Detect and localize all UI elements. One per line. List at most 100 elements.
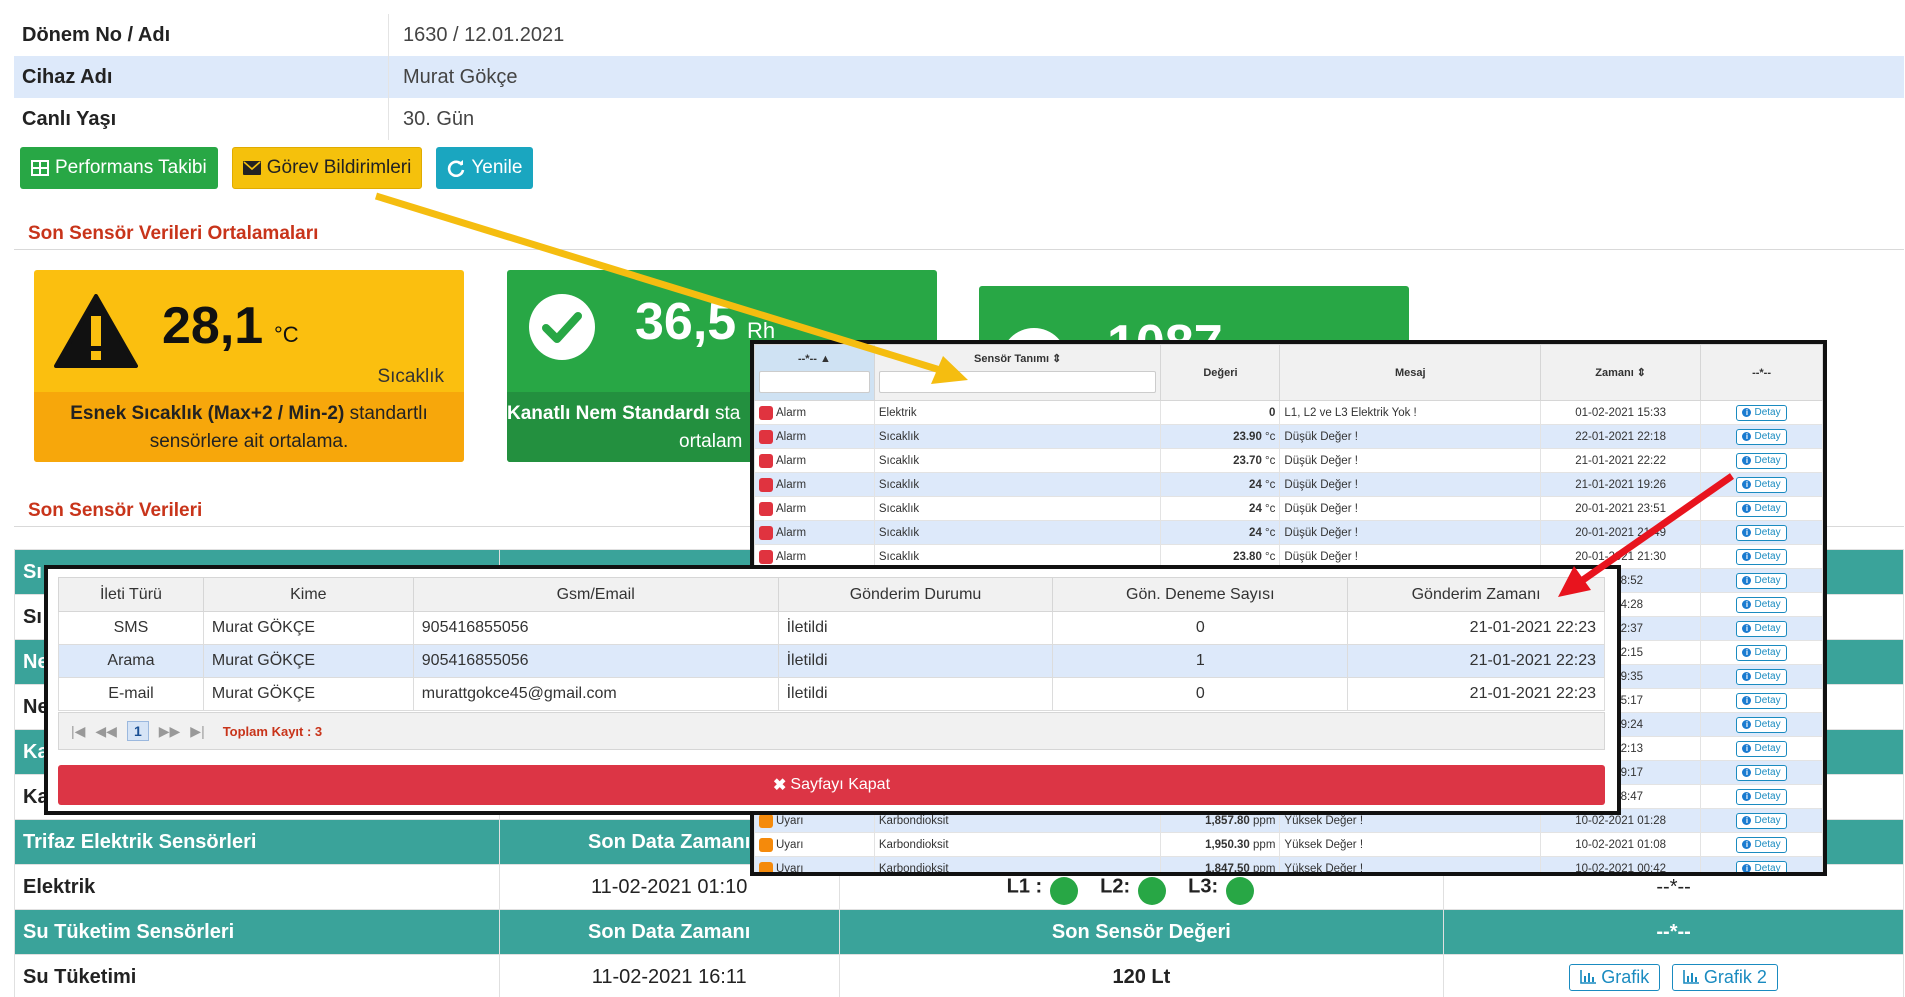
info-key: Cihaz Adı <box>14 56 389 98</box>
info-icon: i <box>1742 552 1752 561</box>
divider <box>14 249 1904 250</box>
info-icon: i <box>1742 696 1752 705</box>
detail-button[interactable]: i Detay <box>1736 860 1787 872</box>
alarm-actions: i Detay <box>1700 712 1823 737</box>
detail-button[interactable]: i Detay <box>1736 812 1787 829</box>
info-icon: i <box>1742 744 1752 753</box>
info-value: 1630 / 12.01.2021 <box>403 23 565 46</box>
alarm-actions: i Detay <box>1700 736 1823 761</box>
detail-button[interactable]: i Detay <box>1736 428 1787 445</box>
detail-button[interactable]: i Detay <box>1736 644 1787 661</box>
type-filter-input[interactable] <box>759 370 870 393</box>
task-notifications-button[interactable]: Görev Bildirimleri <box>231 147 423 189</box>
chart-button-label: Grafik <box>1601 966 1650 987</box>
detail-button[interactable]: i Detay <box>1736 740 1787 757</box>
alarm-message: L1, L2 ve L3 Elektrik Yok ! <box>1279 400 1542 425</box>
info-icon: i <box>1742 600 1752 609</box>
alarm-value: 1,847.50 ppm <box>1160 856 1281 872</box>
alarm-time: 20-01-2021 21:49 <box>1540 520 1702 545</box>
send-time: 21-01-2021 22:23 <box>1347 611 1605 645</box>
refresh-button[interactable]: Yenile <box>436 147 534 189</box>
averages-section-title: Son Sensör Verileri Ortalamaları <box>28 223 319 244</box>
status-dot <box>759 453 773 468</box>
chart2-button[interactable]: Grafik 2 <box>1671 963 1778 991</box>
attempt-count-header: Gön. Deneme Sayısı <box>1052 577 1349 612</box>
alarm-sensor: Sıcaklık <box>873 520 1162 545</box>
temperature-label: Sıcaklık <box>377 366 444 387</box>
info-icon: i <box>1742 864 1752 872</box>
detail-button[interactable]: i Detay <box>1736 572 1787 589</box>
alarm-message: Düşük Değer ! <box>1279 448 1542 473</box>
status-dot <box>759 525 773 540</box>
info-icon: i <box>1742 672 1752 681</box>
alarm-sensor: Karbondioksit <box>873 832 1162 857</box>
detail-button[interactable]: i Detay <box>1736 404 1787 421</box>
message-type-header: İleti Türü <box>58 577 204 612</box>
task-notifications-label: Görev Bildirimleri <box>266 157 412 178</box>
info-row-age: Canlı Yaşı 30. Gün <box>14 98 1904 140</box>
alarm-row: Alarm Elektrik 0 L1, L2 ve L3 Elektrik Yok… <box>754 400 1823 425</box>
alarm-sensor: Sıcaklık <box>873 472 1162 497</box>
su-row: Su Tüketimi 11-02-2021 16:11 120 Lt Graf… <box>14 954 1904 997</box>
last-page-icon[interactable]: ▶| <box>190 723 204 740</box>
close-page-button[interactable]: ✖ Sayfayı Kapat <box>58 765 1605 805</box>
status-dot <box>759 477 773 492</box>
detail-button[interactable]: i Detay <box>1736 716 1787 733</box>
detail-button[interactable]: i Detay <box>1736 452 1787 469</box>
prev-page-icon[interactable]: ◀◀ <box>95 723 117 740</box>
alarm-row: Alarm Sıcaklık 24 °c Düşük Değer ! 20-01-202… <box>754 496 1823 521</box>
phase-l2-label: L2: <box>1100 875 1131 898</box>
sensor-column-header[interactable]: Sensör Tanımı ⇕ <box>873 344 1162 401</box>
temperature-unit: °C <box>274 322 299 347</box>
su-time: 11-02-2021 16:11 <box>498 954 840 997</box>
recipient: Murat GÖKÇE <box>202 644 414 678</box>
detail-button[interactable]: i Detay <box>1736 596 1787 613</box>
alarm-actions: i Detay <box>1700 688 1823 713</box>
message-type: E-mail <box>58 677 204 711</box>
alarm-actions: i Detay <box>1700 856 1823 872</box>
chart-button[interactable]: Grafik <box>1569 963 1661 991</box>
actions-header: --*-- <box>1443 909 1904 955</box>
detail-button[interactable]: i Detay <box>1736 476 1787 493</box>
phase-l1-label: L1 : <box>1006 875 1043 898</box>
alarm-value: 1,950.30 ppm <box>1160 832 1281 857</box>
performance-button[interactable]: Performans Takibi <box>20 147 218 189</box>
time-column-header[interactable]: Zamanı ⇕ <box>1540 344 1702 401</box>
next-page-icon[interactable]: ▶▶ <box>159 723 181 740</box>
detail-button[interactable]: i Detay <box>1736 668 1787 685</box>
alarm-type: Uyarı <box>754 832 875 857</box>
alarm-actions: i Detay <box>1700 424 1823 449</box>
alarm-type: Alarm <box>754 448 875 473</box>
temperature-footer-bold: Esnek Sıcaklık (Max+2 / Min-2) <box>70 403 345 424</box>
detail-button[interactable]: i Detay <box>1736 764 1787 781</box>
notification-row: E-mail Murat GÖKÇE murattgokce45@gmail.com… <box>58 677 1605 711</box>
detail-button[interactable]: i Detay <box>1736 692 1787 709</box>
actions-column-header: --*-- <box>1700 344 1823 401</box>
message-column-header: Mesaj <box>1279 344 1542 401</box>
alarm-actions: i Detay <box>1700 808 1823 833</box>
type-column-header[interactable]: --*-- ▲ <box>754 344 875 401</box>
contact: murattgokce45@gmail.com <box>412 677 779 711</box>
detail-button[interactable]: i Detay <box>1736 620 1787 637</box>
humidity-footer-bold: Kanatlı Nem Standardı <box>507 403 710 424</box>
humidity-footer-text: sta <box>709 403 741 424</box>
first-page-icon[interactable]: |◀ <box>71 723 85 740</box>
alarm-time: 21-01-2021 22:22 <box>1540 448 1702 473</box>
sensor-filter-input[interactable] <box>878 371 1157 393</box>
check-icon <box>1226 877 1255 905</box>
alarm-row: Alarm Sıcaklık 24 °c Düşük Değer ! 20-01-202… <box>754 520 1823 545</box>
detail-button[interactable]: i Detay <box>1736 788 1787 805</box>
status-dot <box>759 405 773 420</box>
alarm-sensor: Sıcaklık <box>873 496 1162 521</box>
detail-button[interactable]: i Detay <box>1736 836 1787 853</box>
attempt-count: 1 <box>1052 644 1349 678</box>
detail-button[interactable]: i Detay <box>1736 500 1787 517</box>
detail-button[interactable]: i Detay <box>1736 548 1787 565</box>
alarm-type: Alarm <box>754 400 875 425</box>
temperature-value: 28,1 <box>162 297 264 355</box>
info-icon: i <box>1742 792 1752 801</box>
current-page[interactable]: 1 <box>126 721 149 741</box>
detail-button[interactable]: i Detay <box>1736 524 1787 541</box>
info-icon: i <box>1742 648 1752 657</box>
alarm-time: 10-02-2021 00:42 <box>1540 856 1702 872</box>
